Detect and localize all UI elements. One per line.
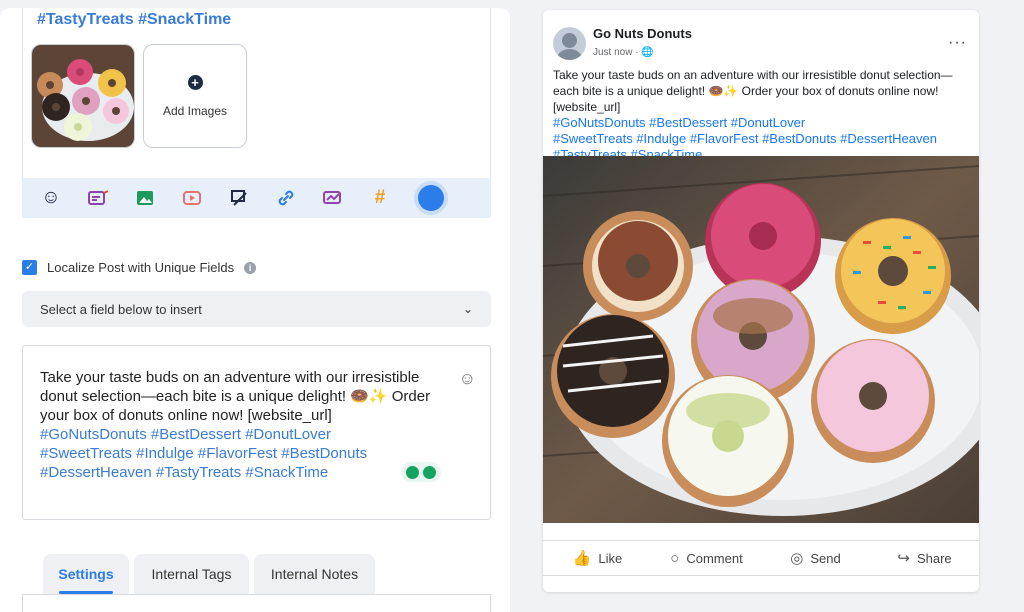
post-text[interactable]: Take your taste buds on an adventure wit… xyxy=(40,368,450,482)
image-icon[interactable] xyxy=(134,187,156,209)
add-images-label: Add Images xyxy=(162,103,228,118)
comment-button[interactable]: ○ Comment xyxy=(652,550,761,567)
localize-label: Localize Post with Unique Fields xyxy=(47,260,235,275)
caption-hashtags-1: #GoNutsDonuts #BestDessert #DonutLover xyxy=(553,115,806,130)
send-label: Send xyxy=(810,550,841,566)
field-select-placeholder: Select a field below to insert xyxy=(40,301,202,317)
tab-internal-notes[interactable]: Internal Notes xyxy=(254,554,375,594)
avatar xyxy=(553,27,586,60)
emoji-picker-icon[interactable]: ☺ xyxy=(459,369,476,389)
comment-label: Comment xyxy=(686,550,743,566)
grammarly-icon xyxy=(423,465,436,479)
send-icon: ◎ xyxy=(790,550,804,567)
crop-icon[interactable] xyxy=(228,187,250,209)
composer-panel: #TastyTreats #SnackTime + Add Images ☺ #… xyxy=(0,8,510,612)
add-images-button[interactable]: + Add Images xyxy=(143,44,247,148)
localize-option[interactable]: ✓ Localize Post with Unique Fields i xyxy=(22,260,257,275)
like-icon: 👍 xyxy=(572,550,592,567)
hashtag-icon[interactable]: # xyxy=(369,187,391,209)
localize-checkbox[interactable]: ✓ xyxy=(22,260,37,275)
donut-pale-pink xyxy=(811,339,935,463)
chevron-down-icon: ⌄ xyxy=(462,302,473,316)
share-icon: ↪ xyxy=(897,550,910,567)
post-hashtags-1: #GoNutsDonuts #BestDessert #DonutLover xyxy=(40,426,331,443)
composer-toolbar: ☺ # xyxy=(22,178,491,218)
link-icon[interactable] xyxy=(275,187,297,209)
send-button[interactable]: ◎ Send xyxy=(761,549,870,567)
plus-icon: + xyxy=(187,74,203,90)
emoji-icon[interactable]: ☺ xyxy=(40,187,62,209)
comment-icon: ○ xyxy=(670,549,680,567)
grammar-dot-icon xyxy=(406,465,419,479)
field-select-dropdown[interactable]: Select a field below to insert ⌄ xyxy=(22,291,491,327)
donut-bacon xyxy=(583,211,693,321)
more-options-icon[interactable]: ··· xyxy=(948,34,967,52)
video-icon[interactable] xyxy=(181,187,203,209)
post-hashtags-3: #DessertHeaven #TastyTreats #SnackTime xyxy=(40,464,329,481)
tab-panel xyxy=(22,594,491,612)
share-label: Share xyxy=(916,550,952,566)
template-icon[interactable] xyxy=(87,187,109,209)
post-caption: Take your taste buds on an adventure wit… xyxy=(553,67,973,163)
share-button[interactable]: ↪ Share xyxy=(870,549,979,567)
chart-icon[interactable] xyxy=(322,187,344,209)
post-text-editor[interactable]: Take your taste buds on an adventure wit… xyxy=(22,345,491,520)
tab-settings[interactable]: Settings xyxy=(43,554,129,594)
donut-chocolate xyxy=(551,314,675,438)
like-label: Like xyxy=(598,550,623,566)
grammar-assistant-icon[interactable] xyxy=(401,462,441,482)
post-actions: 👍 Like ○ Comment ◎ Send ↪ Share xyxy=(543,540,979,576)
post-hashtags-2: #SweetTreats #Indulge #FlavorFest #BestD… xyxy=(40,445,368,462)
donut-sprinkles xyxy=(835,218,951,334)
post-time: Just now · 🌐 xyxy=(593,47,654,58)
post-photo xyxy=(543,156,979,523)
facebook-post-preview: Go Nuts Donuts Just now · 🌐 ··· Take you… xyxy=(543,10,979,592)
info-icon[interactable]: i xyxy=(244,261,257,274)
tab-internal-tags[interactable]: Internal Tags xyxy=(134,554,249,594)
donut-matcha xyxy=(662,375,794,507)
hashtag-line: #TastyTreats #SnackTime xyxy=(37,11,232,28)
post-text-body: Take your taste buds on an adventure wit… xyxy=(40,369,431,424)
like-button[interactable]: 👍 Like xyxy=(543,549,652,567)
caption-hashtags-2: #SweetTreats #Indulge #FlavorFest #BestD… xyxy=(553,131,937,146)
ai-assistant-icon[interactable] xyxy=(418,185,444,211)
page-name: Go Nuts Donuts xyxy=(593,26,692,41)
image-thumbnail[interactable] xyxy=(31,44,135,148)
settings-tabs: Settings Internal Tags Internal Notes xyxy=(43,554,380,594)
caption-body: Take your taste buds on an adventure wit… xyxy=(553,68,953,114)
